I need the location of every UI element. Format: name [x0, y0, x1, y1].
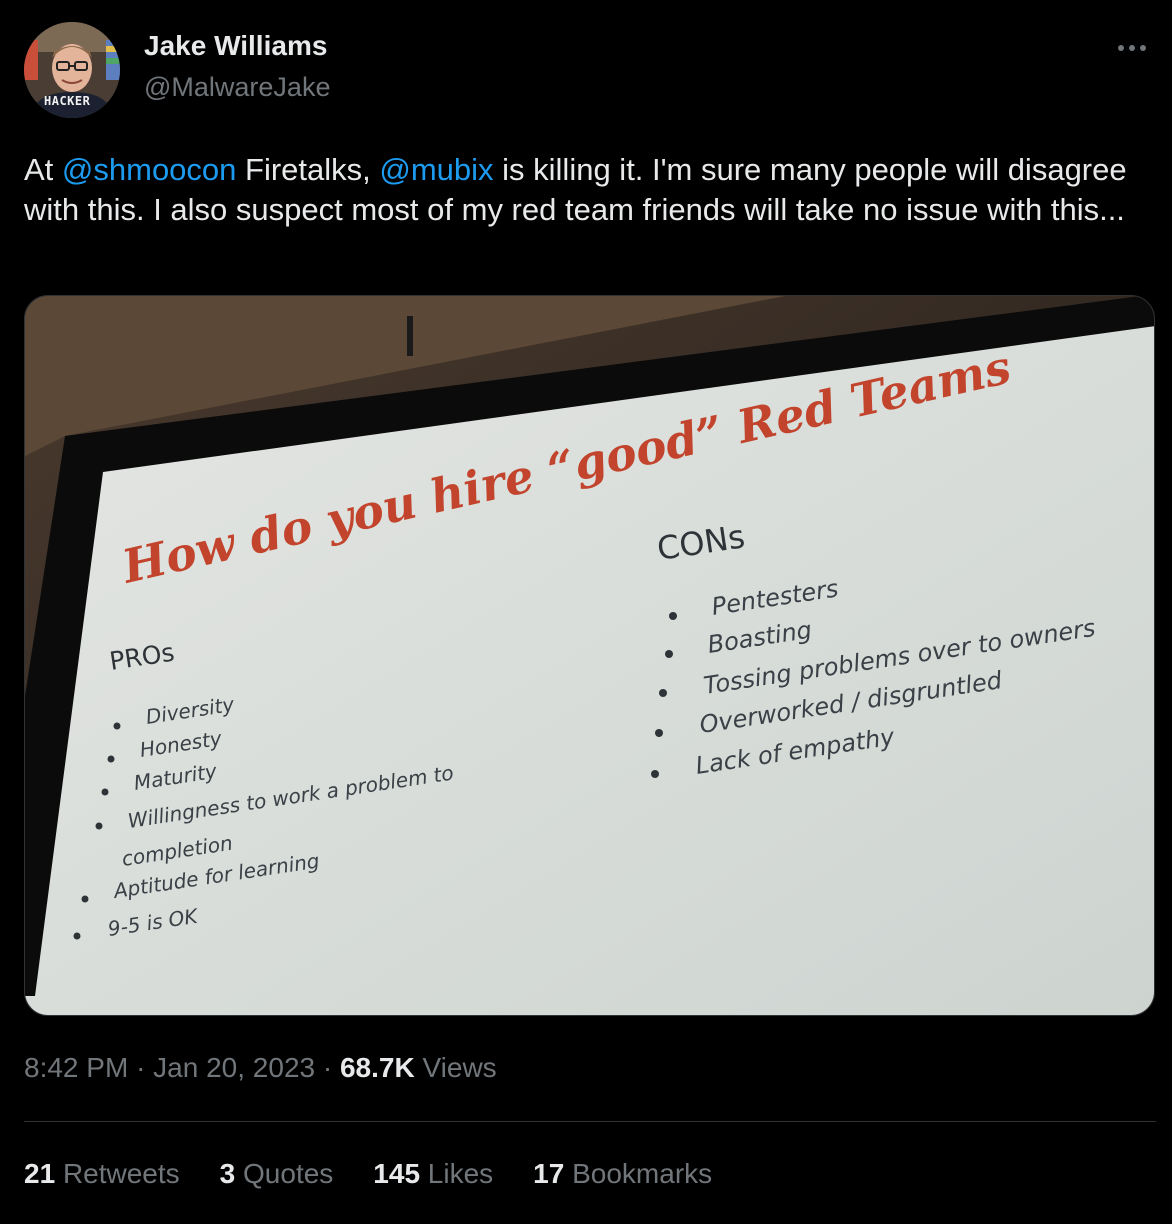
quotes-stat[interactable]: 3 Quotes	[220, 1158, 334, 1190]
bullet	[651, 770, 659, 778]
tweet-time[interactable]: 8:42 PM	[24, 1052, 128, 1083]
avatar-caption: HACKER	[44, 94, 91, 108]
bullet	[113, 722, 121, 730]
tweet-text-segment: Firetalks,	[236, 152, 380, 187]
quotes-label: Quotes	[243, 1158, 334, 1189]
author-avatar[interactable]: HACKER	[24, 22, 120, 118]
meta-separator: ·	[322, 1052, 333, 1083]
tweet-date[interactable]: Jan 20, 2023	[153, 1052, 315, 1083]
author-handle[interactable]: @MalwareJake	[144, 72, 330, 103]
bullet	[655, 729, 663, 737]
mention-shmoocon[interactable]: @shmoocon	[62, 152, 237, 187]
bookmarks-label: Bookmarks	[572, 1158, 713, 1189]
more-options-button[interactable]	[1110, 30, 1154, 66]
retweets-count: 21	[24, 1158, 56, 1189]
divider	[24, 1121, 1156, 1122]
author-display-name[interactable]: Jake Williams	[144, 30, 327, 62]
bullet	[659, 689, 667, 697]
quotes-count: 3	[219, 1158, 236, 1189]
bullet	[95, 822, 103, 830]
retweets-label: Retweets	[62, 1158, 180, 1189]
bullet	[107, 755, 115, 763]
bullet	[73, 932, 81, 940]
bookmarks-count: 17	[533, 1158, 565, 1189]
tweet-photo[interactable]: How do you hire “good” Red Teams PROs Di…	[24, 295, 1155, 1016]
views-label: Views	[422, 1052, 497, 1083]
more-horizontal-icon	[1118, 45, 1146, 51]
tweet: HACKER Jake Williams @MalwareJake At @sh…	[0, 0, 1172, 1224]
bullet	[101, 788, 109, 796]
likes-label: Likes	[427, 1158, 494, 1189]
views-count: 68.7K	[339, 1052, 415, 1083]
tweet-stats: 21 Retweets 3 Quotes 145 Likes 17 Bookma…	[24, 1158, 712, 1190]
likes-stat[interactable]: 145 Likes	[373, 1158, 493, 1190]
bookmarks-stat[interactable]: 17 Bookmarks	[533, 1158, 712, 1190]
tweet-meta: 8:42 PM · Jan 20, 2023 · 68.7K Views	[24, 1052, 497, 1084]
bullet	[665, 650, 673, 658]
likes-count: 145	[373, 1158, 421, 1189]
bullet	[81, 895, 89, 903]
mention-mubix[interactable]: @mubix	[379, 152, 493, 187]
meta-separator: ·	[136, 1052, 146, 1083]
slide-photo: How do you hire “good” Red Teams PROs Di…	[25, 296, 1154, 1015]
bullet	[669, 612, 677, 620]
tweet-text: At @shmoocon Firetalks, @mubix is killin…	[24, 150, 1134, 230]
tweet-text-segment: At	[24, 152, 62, 187]
retweets-stat[interactable]: 21 Retweets	[24, 1158, 180, 1190]
